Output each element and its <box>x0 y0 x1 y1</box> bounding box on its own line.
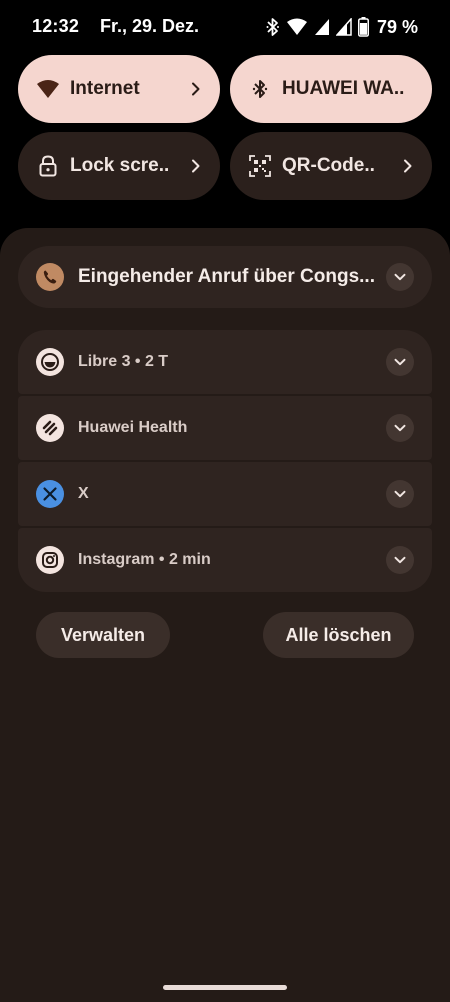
phone-icon <box>36 263 64 291</box>
signal-icon <box>314 18 330 36</box>
notification-instagram[interactable]: Instagram • 2 min <box>18 528 432 592</box>
call-notification[interactable]: Eingehender Anruf über Congs... <box>18 246 432 308</box>
chevron-down-icon <box>394 358 406 366</box>
expand-button[interactable] <box>386 480 414 508</box>
x-logo-icon <box>36 480 64 508</box>
notification-text: X <box>78 485 89 502</box>
wifi-icon <box>36 77 60 101</box>
tile-bluetooth-device[interactable]: HUAWEI WA.. <box>230 55 432 123</box>
notification-text: Huawei Health <box>78 419 188 436</box>
notification-text: Libre 3 • 2 T <box>78 353 169 370</box>
huawei-health-icon <box>36 414 64 442</box>
bluetooth-icon <box>266 17 280 37</box>
tile-lock-screen[interactable]: Lock scre.. <box>18 132 220 200</box>
date: Fr., 29. Dez. <box>100 16 200 36</box>
call-notification-text: Eingehender Anruf über Congs... <box>78 266 375 287</box>
tile-label: HUAWEI WA.. <box>282 78 405 99</box>
expand-button[interactable] <box>386 263 414 291</box>
notification-x[interactable]: X <box>18 462 432 526</box>
tile-label: Lock scre.. <box>70 155 170 176</box>
bluetooth-icon <box>248 77 272 101</box>
tile-qr-code[interactable]: QR-Code.. <box>230 132 432 200</box>
expand-button[interactable] <box>386 348 414 376</box>
qr-code-icon <box>248 154 272 178</box>
expand-button[interactable] <box>386 414 414 442</box>
chevron-down-icon <box>394 490 406 498</box>
status-icons: 79 % <box>266 16 418 38</box>
lock-icon <box>36 154 60 178</box>
chevron-right-icon <box>188 81 204 97</box>
tile-internet[interactable]: Internet <box>18 55 220 123</box>
wifi-icon <box>286 18 308 36</box>
instagram-icon <box>36 546 64 574</box>
chevron-down-icon <box>394 556 406 564</box>
chevron-down-icon <box>394 424 406 432</box>
notification-text: Instagram • 2 min <box>78 551 211 568</box>
notification-libre[interactable]: Libre 3 • 2 T <box>18 330 432 394</box>
status-bar: 12:32 Fr., 29. Dez. 79 % <box>0 0 450 54</box>
libre-icon <box>36 348 64 376</box>
manage-button[interactable]: Verwalten <box>36 612 170 658</box>
expand-button[interactable] <box>386 546 414 574</box>
battery-icon <box>357 17 369 37</box>
notification-huawei-health[interactable]: Huawei Health <box>18 396 432 460</box>
clear-all-button[interactable]: Alle löschen <box>263 612 414 658</box>
tile-label: Internet <box>70 78 140 99</box>
chevron-right-icon <box>188 158 204 174</box>
clock: 12:32 <box>32 16 80 36</box>
chevron-right-icon <box>400 158 416 174</box>
chevron-down-icon <box>394 273 406 281</box>
battery-percentage: 79 % <box>376 16 418 37</box>
signal-icon <box>335 18 352 36</box>
home-indicator[interactable] <box>163 985 287 990</box>
tile-label: QR-Code.. <box>282 155 375 176</box>
